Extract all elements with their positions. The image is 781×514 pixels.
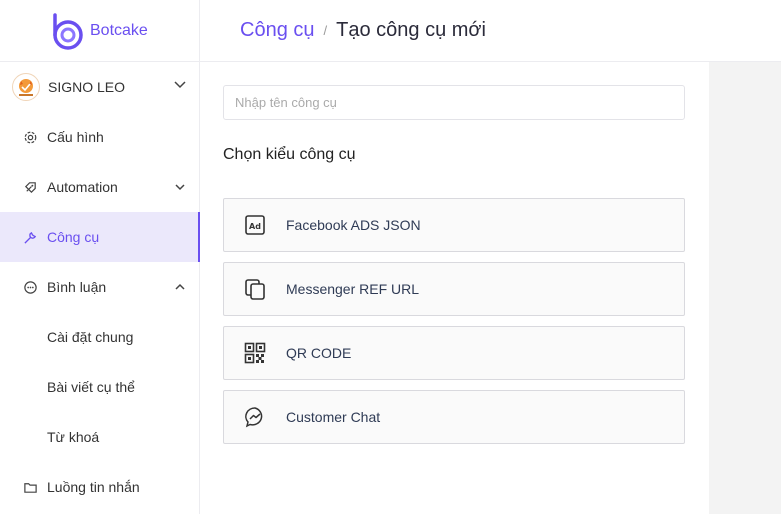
tool-name-input[interactable] bbox=[223, 85, 685, 120]
sidebar-item-label: Công cụ bbox=[47, 229, 100, 245]
create-tool-panel: Chọn kiểu công cụ Ad Facebook ADS JSON M… bbox=[200, 62, 709, 514]
botcake-logo-icon bbox=[50, 11, 86, 51]
sidebar: Botcake SIGNO LEO Cấu hình Automation Cô… bbox=[0, 0, 200, 514]
sidebar-subitem-keywords[interactable]: Từ khoá bbox=[0, 412, 199, 462]
account-name: SIGNO LEO bbox=[48, 79, 126, 95]
sidebar-item-message-flows[interactable]: Luồng tin nhắn bbox=[0, 462, 199, 512]
sidebar-item-label: Automation bbox=[47, 179, 118, 195]
tool-option-label: Customer Chat bbox=[286, 409, 381, 425]
sidebar-subitem-label: Cài đặt chung bbox=[47, 329, 134, 345]
sidebar-item-label: Bình luận bbox=[47, 279, 107, 295]
page-title: Tạo công cụ mới bbox=[336, 19, 486, 41]
tool-option-label: Messenger REF URL bbox=[286, 281, 420, 297]
sidebar-item-label: Cấu hình bbox=[47, 129, 104, 145]
sidebar-subitem-label: Từ khoá bbox=[47, 429, 100, 445]
chevron-down-icon bbox=[175, 179, 185, 195]
breadcrumb-tools-link[interactable]: Công cụ bbox=[240, 19, 315, 42]
breadcrumb-separator: / bbox=[323, 23, 328, 38]
chevron-down-icon[interactable] bbox=[173, 78, 187, 97]
sidebar-subitem-general-settings[interactable]: Cài đặt chung bbox=[0, 312, 199, 362]
ad-icon: Ad bbox=[243, 213, 267, 237]
section-title: Chọn kiểu công cụ bbox=[223, 146, 356, 163]
comment-icon bbox=[22, 279, 38, 295]
copy-icon bbox=[243, 277, 267, 301]
rocket-icon bbox=[22, 179, 38, 195]
tool-option-label: Facebook ADS JSON bbox=[286, 217, 421, 233]
chevron-up-icon bbox=[175, 279, 185, 295]
sidebar-item-comments[interactable]: Bình luận bbox=[0, 262, 199, 312]
sidebar-item-automation[interactable]: Automation bbox=[0, 162, 199, 212]
sidebar-item-label: Luồng tin nhắn bbox=[47, 479, 140, 495]
account-selector[interactable]: SIGNO LEO bbox=[0, 62, 199, 112]
right-gutter bbox=[709, 62, 781, 514]
brand-name: Botcake bbox=[90, 21, 148, 39]
tool-option-customer-chat[interactable]: Customer Chat bbox=[223, 390, 685, 444]
breadcrumb: Công cụ / Tạo công cụ mới bbox=[240, 19, 486, 42]
svg-text:Ad: Ad bbox=[249, 222, 261, 231]
gear-icon bbox=[22, 129, 38, 145]
tool-option-facebook-ads-json[interactable]: Ad Facebook ADS JSON bbox=[223, 198, 685, 252]
brand[interactable]: Botcake bbox=[0, 0, 199, 62]
sidebar-subitem-label: Bài viết cụ thể bbox=[47, 379, 135, 395]
page-header: Công cụ / Tạo công cụ mới bbox=[200, 0, 781, 62]
sidebar-item-settings[interactable]: Cấu hình bbox=[0, 112, 199, 162]
qr-code-icon bbox=[243, 341, 267, 365]
sidebar-item-tools[interactable]: Công cụ bbox=[0, 212, 200, 262]
folder-icon bbox=[22, 479, 38, 495]
shop-avatar-icon bbox=[12, 73, 40, 101]
tool-option-label: QR CODE bbox=[286, 345, 352, 361]
messenger-icon bbox=[243, 405, 267, 429]
tool-option-messenger-ref-url[interactable]: Messenger REF URL bbox=[223, 262, 685, 316]
wrench-icon bbox=[22, 229, 38, 245]
tool-option-qr-code[interactable]: QR CODE bbox=[223, 326, 685, 380]
sidebar-subitem-specific-posts[interactable]: Bài viết cụ thể bbox=[0, 362, 199, 412]
